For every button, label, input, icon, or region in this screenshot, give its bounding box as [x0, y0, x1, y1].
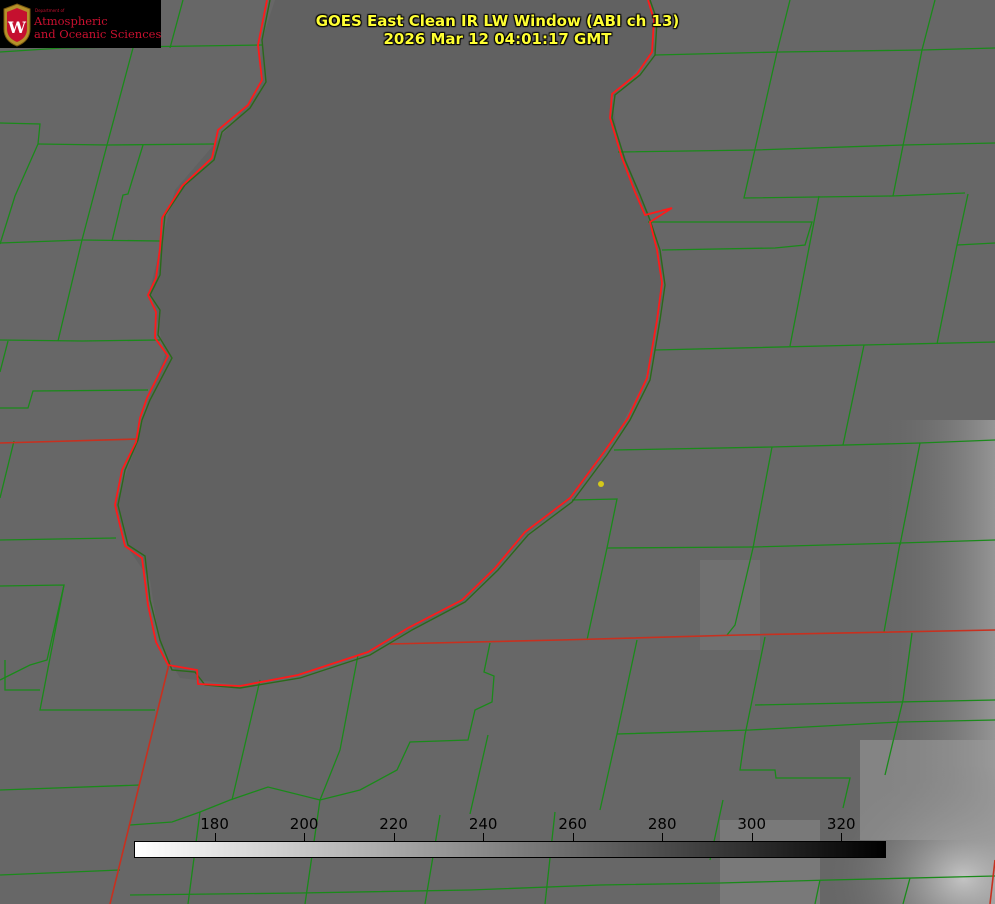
colorbar-tick-mark [662, 833, 663, 841]
colorbar-tick-mark [394, 833, 395, 841]
colorbar-tick-mark [573, 833, 574, 841]
colorbar [134, 841, 886, 858]
map-title: GOES East Clean IR LW Window (ABI ch 13) [315, 12, 680, 30]
colorbar-tick-label: 280 [647, 815, 677, 833]
colorbar-tick-label: 260 [558, 815, 587, 833]
colorbar-tick-label: 300 [737, 815, 767, 833]
colorbar-tick-label: 240 [468, 815, 498, 833]
city-marker [598, 481, 604, 487]
colorbar-tick-mark [483, 833, 484, 841]
colorbar-tick-label: 320 [826, 815, 856, 833]
colorbar-tick-mark [215, 833, 216, 841]
colorbar-tick-label: 200 [289, 815, 319, 833]
map-timestamp: 2026 Mar 12 04:01:17 GMT [383, 30, 612, 48]
colorbar-tick-mark [841, 833, 842, 841]
colorbar-tick-mark [304, 833, 305, 841]
satellite-map [0, 0, 995, 904]
colorbar-tick-mark [752, 833, 753, 841]
colorbar-tick-label: 220 [379, 815, 408, 833]
colorbar-tick-label: 180 [200, 815, 229, 833]
